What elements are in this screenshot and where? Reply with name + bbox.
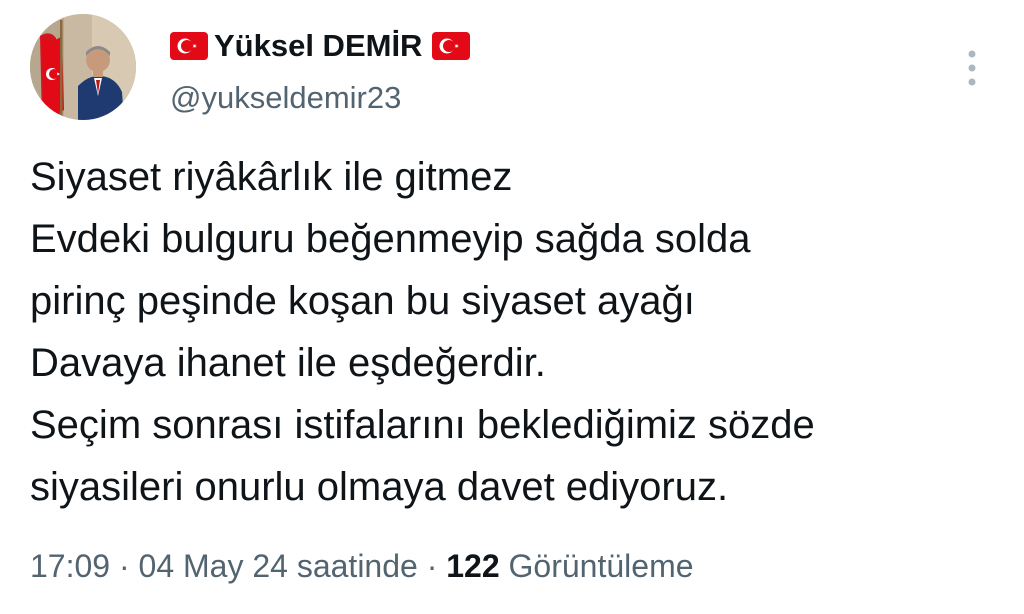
more-options-button[interactable]: [960, 38, 984, 98]
profile-photo-avatar-icon: [30, 14, 136, 120]
tweet-text-line: pirinç peşinde koşan bu siyaset ayağı: [30, 279, 695, 323]
user-names: Yüksel DEMİR @yukseldemir23: [170, 26, 471, 116]
tweet-text-line: siyasileri onurlu olmaya davet ediyoruz.: [30, 465, 729, 509]
avatar[interactable]: [30, 14, 136, 120]
turkish-flag-icon: [170, 32, 208, 60]
user-handle[interactable]: @yukseldemir23: [170, 80, 470, 116]
views-count: 122: [446, 548, 500, 584]
tweet-metadata: 17:09 · 04 May 24 saatinde · 122 Görüntü…: [30, 548, 694, 585]
meta-separator: ·: [417, 548, 447, 584]
vertical-ellipsis-icon: [968, 50, 976, 86]
tweet-header: Yüksel DEMİR @yukseldemir23: [30, 14, 990, 124]
meta-separator: ·: [110, 548, 139, 584]
views-link[interactable]: 122 Görüntüleme: [446, 548, 693, 584]
tweet-text-line: Siyaset riyâkârlık ile gitmez: [30, 155, 513, 199]
tweet: Yüksel DEMİR @yukseldemir23 Siyaset riyâ…: [0, 0, 1024, 614]
tweet-time: 17:09: [30, 548, 111, 584]
tweet-date: 04 May 24 saatinde: [138, 548, 418, 584]
tweet-text-line: Davaya ihanet ile eşdeğerdir.: [30, 341, 546, 385]
tweet-text: Siyaset riyâkârlık ile gitmez Evdeki bul…: [30, 146, 1000, 518]
tweet-timestamp-link[interactable]: 17:09 · 04 May 24 saatinde: [30, 548, 418, 584]
tweet-text-line: Evdeki bulguru beğenmeyip sağda solda: [30, 217, 751, 261]
turkish-flag-icon: [432, 32, 471, 60]
views-label: Görüntüleme: [508, 548, 694, 584]
display-name-row[interactable]: Yüksel DEMİR: [170, 26, 471, 66]
display-name[interactable]: Yüksel DEMİR: [214, 28, 422, 64]
tweet-text-line: Seçim sonrası istifalarını beklediğimiz …: [30, 403, 815, 447]
